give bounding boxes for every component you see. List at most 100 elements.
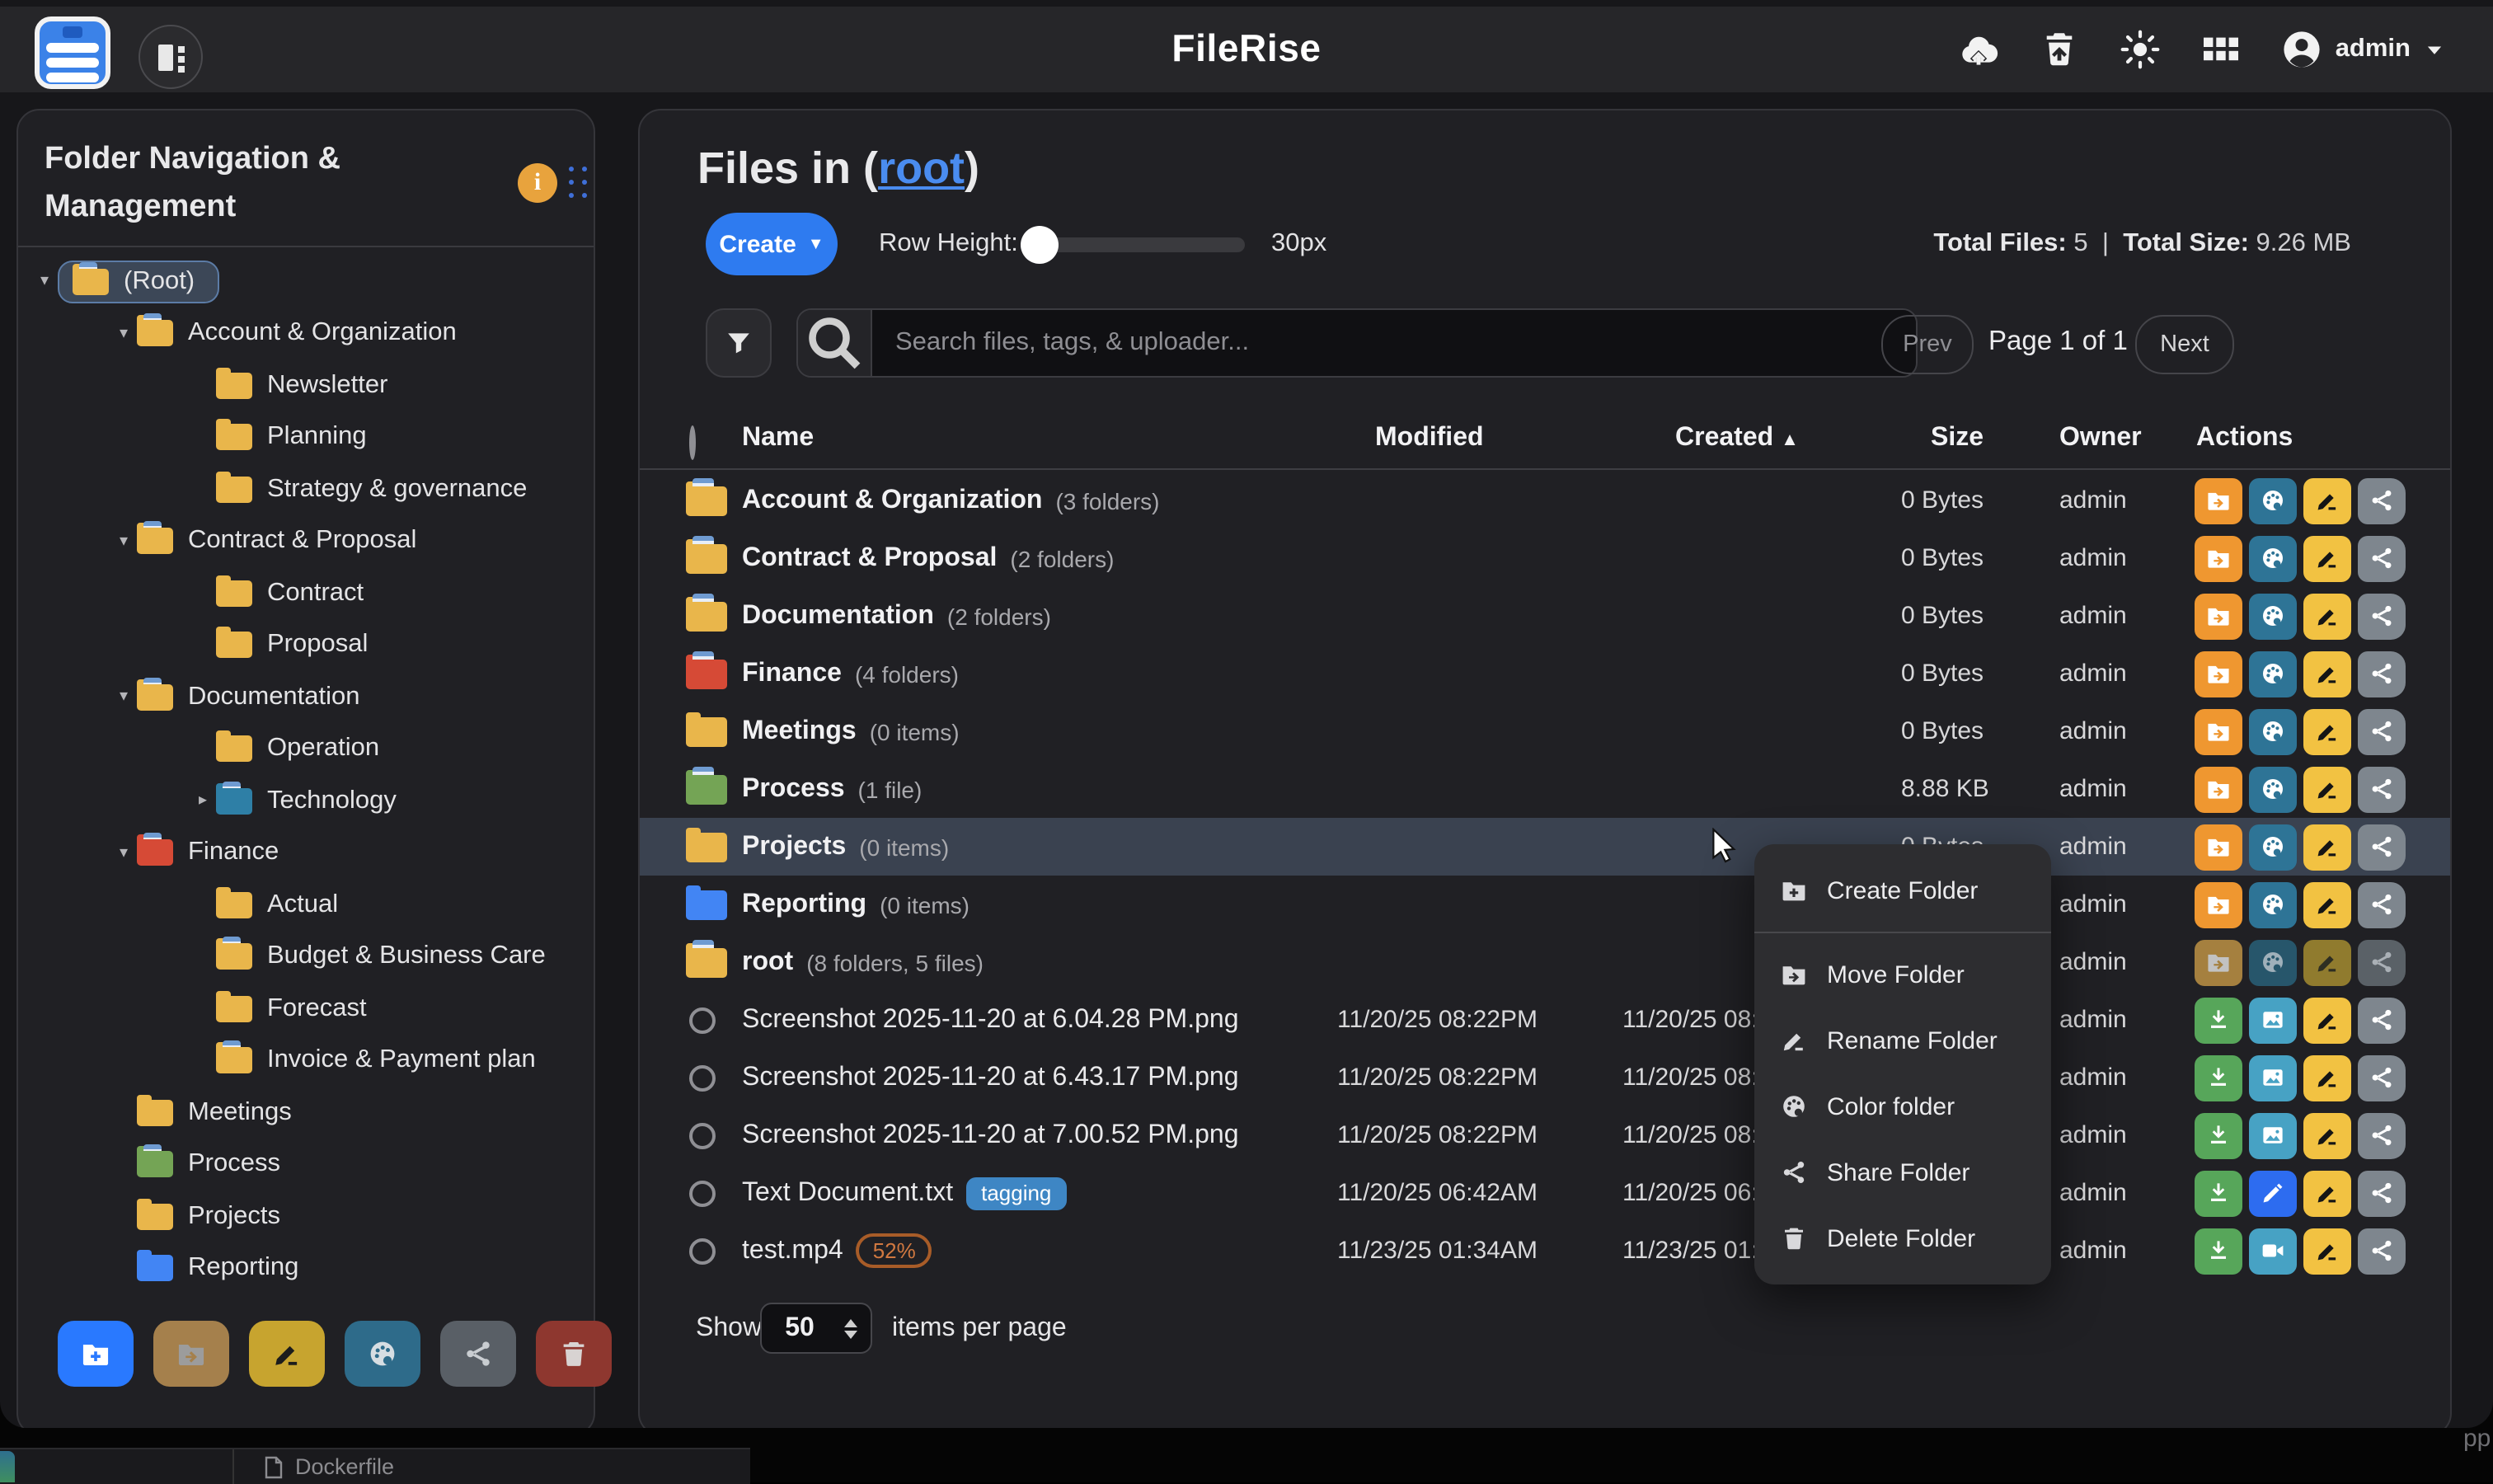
delete-folder-button[interactable] [536, 1321, 612, 1387]
tree-item-reporting[interactable]: Reporting [18, 1242, 594, 1294]
column-modified[interactable]: Modified [1375, 424, 1484, 453]
tree-item-process[interactable]: Process [18, 1139, 594, 1190]
tree-caret-icon[interactable]: ▾ [110, 844, 137, 862]
tree-item-documentation[interactable]: ▾Documentation [18, 671, 594, 723]
drag-handle-icon[interactable] [569, 167, 589, 200]
rename-action-button[interactable] [2303, 997, 2351, 1043]
share-action-button[interactable] [2358, 939, 2406, 985]
rename-action-button[interactable] [2303, 766, 2351, 812]
tree-item-planning[interactable]: Planning [18, 411, 594, 463]
row-checkbox[interactable] [689, 1007, 716, 1033]
move-action-button[interactable] [2195, 535, 2242, 581]
context-menu-item-color-folder[interactable]: Color folder [1754, 1073, 2051, 1139]
file-row-screenshot-2025-11-20-at-6-43-17-pm-png[interactable]: Screenshot 2025-11-20 at 6.43.17 PM.png1… [640, 1049, 2450, 1106]
select-all-checkbox[interactable] [689, 425, 696, 460]
move-action-button[interactable] [2195, 708, 2242, 754]
column-created[interactable]: Created ▲ [1675, 424, 1799, 453]
folder-row-meetings[interactable]: Meetings(0 items)0 Bytesadmin [640, 702, 2450, 760]
column-size[interactable]: Size [1931, 424, 1984, 453]
rename-action-button[interactable] [2303, 1112, 2351, 1158]
column-name[interactable]: Name [742, 424, 814, 453]
row-height-slider-thumb[interactable] [1021, 226, 1059, 264]
image-action-button[interactable] [2249, 997, 2297, 1043]
rename-action-button[interactable] [2303, 650, 2351, 697]
apps-grid-icon[interactable] [2202, 30, 2242, 69]
tree-item-operation[interactable]: Operation [18, 723, 594, 775]
tree-item-strategy-governance[interactable]: Strategy & governance [18, 463, 594, 515]
move-action-button[interactable] [2195, 650, 2242, 697]
next-page-button[interactable]: Next [2135, 315, 2234, 374]
share-action-button[interactable] [2358, 881, 2406, 928]
tree-item--root-[interactable]: ▾(Root) [18, 256, 594, 308]
move-folder-button[interactable] [153, 1321, 229, 1387]
folder-row-account-organization[interactable]: Account & Organization(3 folders)0 Bytes… [640, 472, 2450, 529]
rename-action-button[interactable] [2303, 708, 2351, 754]
move-action-button[interactable] [2195, 477, 2242, 524]
create-button[interactable]: Create▼ [706, 213, 838, 275]
tree-caret-icon[interactable]: ▾ [110, 688, 137, 707]
rename-action-button[interactable] [2303, 1228, 2351, 1274]
image-action-button[interactable] [2249, 1112, 2297, 1158]
palette-action-button[interactable] [2249, 593, 2297, 639]
move-action-button[interactable] [2195, 766, 2242, 812]
context-menu-item-delete-folder[interactable]: Delete Folder [1754, 1205, 2051, 1271]
prev-page-button[interactable]: Prev [1881, 315, 1974, 374]
create-folder-button[interactable] [58, 1321, 134, 1387]
upload-cloud-icon[interactable] [1960, 30, 1999, 69]
context-menu-item-create-folder[interactable]: Create Folder [1754, 857, 2051, 923]
file-row-screenshot-2025-11-20-at-6-04-28-pm-png[interactable]: Screenshot 2025-11-20 at 6.04.28 PM.png1… [640, 991, 2450, 1049]
tree-item-contract[interactable]: Contract [18, 567, 594, 619]
rename-action-button[interactable] [2303, 593, 2351, 639]
palette-action-button[interactable] [2249, 650, 2297, 697]
selected-tree-item[interactable]: (Root) [58, 261, 219, 303]
rename-folder-button[interactable] [249, 1321, 325, 1387]
share-action-button[interactable] [2358, 708, 2406, 754]
share-action-button[interactable] [2358, 650, 2406, 697]
tree-item-proposal[interactable]: Proposal [18, 619, 594, 671]
folder-row-process[interactable]: Process(1 file)8.88 KBadmin [640, 760, 2450, 818]
context-menu-item-move-folder[interactable]: Move Folder [1754, 942, 2051, 1007]
file-row-screenshot-2025-11-20-at-7-00-52-pm-png[interactable]: Screenshot 2025-11-20 at 7.00.52 PM.png1… [640, 1106, 2450, 1164]
share-action-button[interactable] [2358, 1170, 2406, 1216]
user-menu[interactable]: admin [2283, 30, 2445, 69]
tree-caret-icon[interactable]: ▾ [110, 533, 137, 551]
tree-item-meetings[interactable]: Meetings [18, 1087, 594, 1139]
row-checkbox[interactable] [689, 1180, 716, 1206]
tree-item-technology[interactable]: ▸Technology [18, 775, 594, 827]
share-action-button[interactable] [2358, 766, 2406, 812]
root-breadcrumb-link[interactable]: root [878, 143, 965, 193]
download-action-button[interactable] [2195, 1054, 2242, 1101]
share-action-button[interactable] [2358, 1112, 2406, 1158]
palette-action-button[interactable] [2249, 477, 2297, 524]
tree-caret-icon[interactable]: ▸ [190, 792, 216, 810]
column-owner[interactable]: Owner [2059, 424, 2142, 453]
palette-action-button[interactable] [2249, 881, 2297, 928]
share-folder-button[interactable] [440, 1321, 516, 1387]
row-checkbox[interactable] [689, 1237, 716, 1264]
palette-action-button[interactable] [2249, 535, 2297, 581]
items-per-page-select[interactable]: 50 [760, 1303, 872, 1354]
tree-item-finance[interactable]: ▾Finance [18, 827, 594, 879]
download-action-button[interactable] [2195, 1112, 2242, 1158]
color-folder-button[interactable] [345, 1321, 420, 1387]
move-action-button[interactable] [2195, 824, 2242, 870]
move-action-button[interactable] [2195, 939, 2242, 985]
rename-action-button[interactable] [2303, 881, 2351, 928]
context-menu-item-rename-folder[interactable]: Rename Folder [1754, 1007, 2051, 1073]
share-action-button[interactable] [2358, 535, 2406, 581]
rename-action-button[interactable] [2303, 1170, 2351, 1216]
tree-item-newsletter[interactable]: Newsletter [18, 359, 594, 411]
rename-action-button[interactable] [2303, 824, 2351, 870]
tree-item-projects[interactable]: Projects [18, 1190, 594, 1242]
rename-action-button[interactable] [2303, 1054, 2351, 1101]
context-menu-item-share-folder[interactable]: Share Folder [1754, 1139, 2051, 1205]
rename-action-button[interactable] [2303, 535, 2351, 581]
move-action-button[interactable] [2195, 881, 2242, 928]
edit-action-button[interactable] [2249, 1170, 2297, 1216]
share-action-button[interactable] [2358, 477, 2406, 524]
rename-action-button[interactable] [2303, 477, 2351, 524]
folder-row-contract-proposal[interactable]: Contract & Proposal(2 folders)0 Bytesadm… [640, 529, 2450, 587]
file-row-text-document-txt[interactable]: Text Document.txttagging11/20/25 06:42AM… [640, 1164, 2450, 1222]
theme-sun-icon[interactable] [2121, 30, 2161, 69]
tree-item-forecast[interactable]: Forecast [18, 983, 594, 1035]
